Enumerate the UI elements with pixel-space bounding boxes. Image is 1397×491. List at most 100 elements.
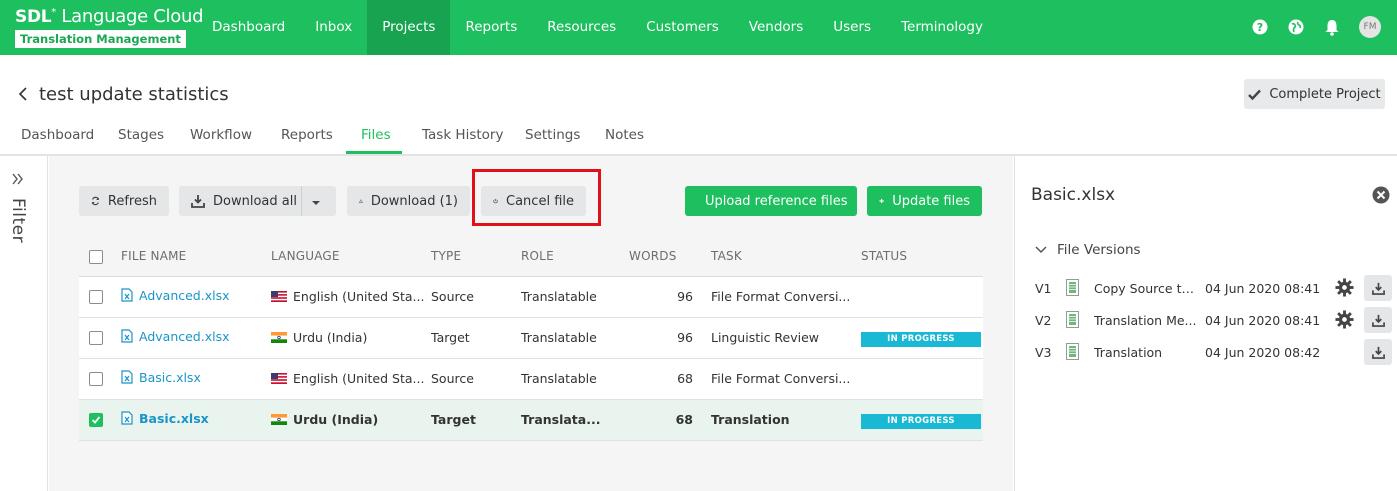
file-versions-toggle[interactable]: File Versions — [1035, 242, 1141, 258]
nav-item-vendors[interactable]: Vendors — [734, 0, 818, 55]
plus-icon — [879, 198, 884, 204]
version-label: V2 — [1035, 313, 1052, 328]
close-icon[interactable] — [1372, 186, 1390, 208]
update-files-button[interactable]: Update files — [867, 186, 982, 216]
active-tab-indicator — [346, 151, 402, 154]
column-header-type[interactable]: TYPE — [431, 237, 521, 277]
upload-reference-files-label: Upload reference files — [705, 193, 848, 209]
tab-reports[interactable]: Reports — [281, 127, 333, 143]
logo-subtitle: Translation Management — [15, 30, 186, 48]
india-flag-icon — [271, 413, 287, 428]
excel-file-icon — [121, 370, 133, 387]
us-flag-icon — [271, 290, 287, 305]
nav-item-dashboard[interactable]: Dashboard — [197, 0, 300, 55]
annotation-highlight-box — [472, 169, 601, 226]
filter-panel-toggle[interactable]: Filter — [0, 156, 48, 491]
column-header-file-name[interactable]: FILE NAME — [121, 237, 271, 277]
column-header-role[interactable]: ROLE — [521, 237, 629, 277]
globe-icon[interactable] — [1287, 18, 1305, 36]
download-version-button[interactable] — [1364, 307, 1392, 333]
version-row: V1 Copy Source to T... 04 Jun 2020 08:41 — [1035, 275, 1395, 303]
help-icon[interactable]: ? — [1251, 18, 1269, 36]
nav-item-reports[interactable]: Reports — [450, 0, 532, 55]
check-icon — [1248, 89, 1262, 100]
words-cell: 96 — [629, 276, 711, 318]
main-nav: Dashboard Inbox Projects Reports Resourc… — [197, 0, 998, 55]
row-checkbox[interactable] — [89, 331, 103, 346]
tab-dashboard[interactable]: Dashboard — [21, 127, 94, 143]
nav-item-inbox[interactable]: Inbox — [300, 0, 367, 55]
version-date: 04 Jun 2020 08:42 — [1205, 345, 1321, 360]
back-icon[interactable] — [18, 86, 28, 106]
document-icon — [1066, 311, 1079, 331]
nav-item-projects[interactable]: Projects — [367, 0, 451, 55]
version-date: 04 Jun 2020 08:41 — [1205, 281, 1321, 296]
tab-stages[interactable]: Stages — [118, 127, 164, 143]
task-cell: Translation — [711, 399, 861, 441]
chevron-down-icon — [1035, 246, 1047, 254]
table-row[interactable]: Advanced.xlsx English (United Sta... Sou… — [79, 276, 983, 318]
row-checkbox[interactable] — [89, 290, 103, 305]
avatar[interactable]: FM — [1359, 16, 1381, 38]
row-checkbox[interactable] — [89, 372, 103, 387]
version-name: Translation — [1094, 345, 1163, 360]
complete-project-button[interactable]: Complete Project — [1244, 79, 1385, 109]
column-header-task[interactable]: TASK — [711, 237, 861, 277]
nav-item-resources[interactable]: Resources — [532, 0, 631, 55]
select-all-checkbox[interactable] — [89, 249, 103, 264]
file-name-link[interactable]: Advanced.xlsx — [139, 329, 230, 344]
nav-item-users[interactable]: Users — [818, 0, 886, 55]
refresh-button[interactable]: Refresh — [79, 186, 169, 216]
download-selected-button[interactable]: Download (1) — [347, 186, 470, 216]
file-name-link[interactable]: Basic.xlsx — [139, 370, 201, 385]
download-icon — [1371, 314, 1385, 327]
files-table: FILE NAME LANGUAGE TYPE ROLE WORDS TASK … — [79, 237, 983, 441]
column-header-words[interactable]: WORDS — [629, 237, 711, 277]
version-name: Copy Source to T... — [1094, 281, 1200, 296]
type-cell: Target — [431, 317, 521, 359]
gear-icon[interactable] — [1335, 310, 1354, 332]
nav-item-terminology[interactable]: Terminology — [886, 0, 998, 55]
task-cell: File Format Conversi... — [711, 358, 861, 400]
bell-icon[interactable] — [1323, 18, 1341, 36]
download-version-button[interactable] — [1364, 275, 1392, 301]
version-date: 04 Jun 2020 08:41 — [1205, 313, 1321, 328]
version-label: V1 — [1035, 281, 1052, 296]
svg-text:?: ? — [1257, 21, 1263, 34]
file-versions-label: File Versions — [1057, 242, 1141, 258]
tab-settings[interactable]: Settings — [525, 127, 580, 143]
role-cell: Translatable — [521, 358, 629, 400]
tab-task-history[interactable]: Task History — [422, 127, 503, 143]
type-cell: Source — [431, 358, 521, 400]
project-tabs: Dashboard Stages Workflow Reports Files … — [0, 119, 1397, 156]
tab-workflow[interactable]: Workflow — [190, 127, 252, 143]
file-name-link[interactable]: Basic.xlsx — [139, 411, 209, 426]
app-logo[interactable]: SDL* Language Cloud Translation Manageme… — [15, 6, 204, 48]
table-row[interactable]: Basic.xlsx English (United Sta... Source… — [79, 358, 983, 400]
role-cell: Translatable — [521, 276, 629, 318]
column-header-language[interactable]: LANGUAGE — [271, 237, 431, 277]
split-button-divider — [301, 186, 302, 216]
caret-down-icon[interactable] — [310, 196, 322, 211]
file-name-link[interactable]: Advanced.xlsx — [139, 288, 230, 303]
table-row-selected[interactable]: Basic.xlsx Urdu (India) Target Translata… — [79, 399, 983, 441]
table-row[interactable]: Advanced.xlsx Urdu (India) Target Transl… — [79, 317, 983, 359]
row-checkbox-checked[interactable] — [89, 413, 103, 428]
words-cell: 68 — [629, 399, 711, 441]
nav-item-customers[interactable]: Customers — [631, 0, 734, 55]
document-icon — [1066, 279, 1079, 299]
logo-brand: SDL — [15, 7, 52, 27]
refresh-label: Refresh — [107, 193, 157, 209]
complete-project-label: Complete Project — [1269, 86, 1381, 102]
task-cell: Linguistic Review — [711, 317, 861, 359]
download-version-button[interactable] — [1364, 339, 1392, 365]
gear-icon[interactable] — [1335, 278, 1354, 300]
upload-reference-files-button[interactable]: Upload reference files — [685, 186, 857, 216]
column-header-status[interactable]: STATUS — [861, 237, 983, 277]
india-flag-icon — [271, 331, 287, 346]
tab-files[interactable]: Files — [361, 127, 391, 143]
table-header-row: FILE NAME LANGUAGE TYPE ROLE WORDS TASK … — [79, 237, 983, 277]
download-icon — [191, 195, 205, 208]
filter-label: Filter — [8, 198, 28, 244]
tab-notes[interactable]: Notes — [605, 127, 644, 143]
